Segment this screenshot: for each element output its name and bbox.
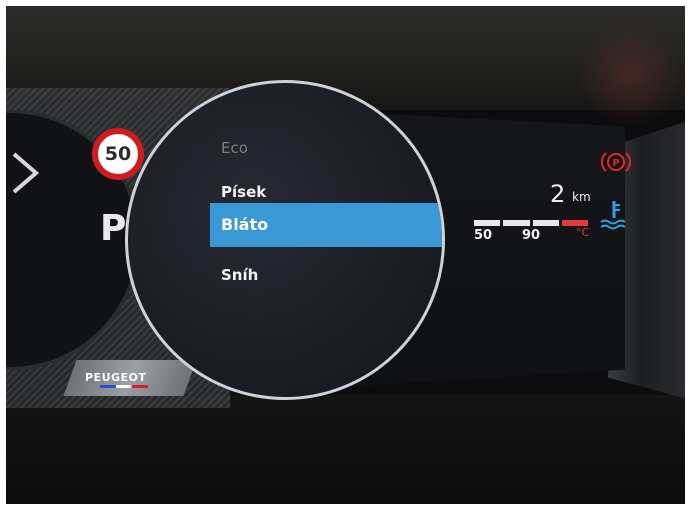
tricolor-stripe xyxy=(100,385,148,388)
photo-frame: 50 P PEUGEOT Eco Písek Bláto Sníh 2 km 5… xyxy=(0,0,691,510)
temp-segment xyxy=(503,220,530,226)
gear-indicator: P xyxy=(100,208,127,249)
coolant-temperature-icon xyxy=(600,201,626,230)
range-unit: km xyxy=(572,190,591,204)
drive-mode-snow[interactable]: Sníh xyxy=(221,266,258,284)
speed-limit-sign: 50 xyxy=(92,128,144,180)
drive-mode-mud[interactable]: Bláto xyxy=(221,215,268,234)
brand-logo: PEUGEOT xyxy=(85,371,147,384)
temp-segment xyxy=(532,220,559,226)
coolant-temperature-gauge xyxy=(474,220,588,226)
range-value: 2 xyxy=(550,180,566,208)
parking-brake-icon: P xyxy=(601,152,631,172)
speed-limit-value: 50 xyxy=(104,143,132,165)
svg-text:P: P xyxy=(612,158,619,169)
chevron-right-icon xyxy=(12,152,40,194)
drive-mode-sand[interactable]: Písek xyxy=(221,183,266,201)
drive-mode-eco[interactable]: Eco xyxy=(221,139,248,157)
temp-unit: °C xyxy=(576,226,590,239)
drive-mode-selector: Eco Písek Bláto Sníh xyxy=(125,80,445,400)
dashboard-bottom xyxy=(0,395,691,510)
ambient-light xyxy=(580,20,680,130)
temp-label-90: 90 xyxy=(522,228,541,243)
temp-label-50: 50 xyxy=(474,228,493,243)
temp-segment xyxy=(474,220,501,226)
